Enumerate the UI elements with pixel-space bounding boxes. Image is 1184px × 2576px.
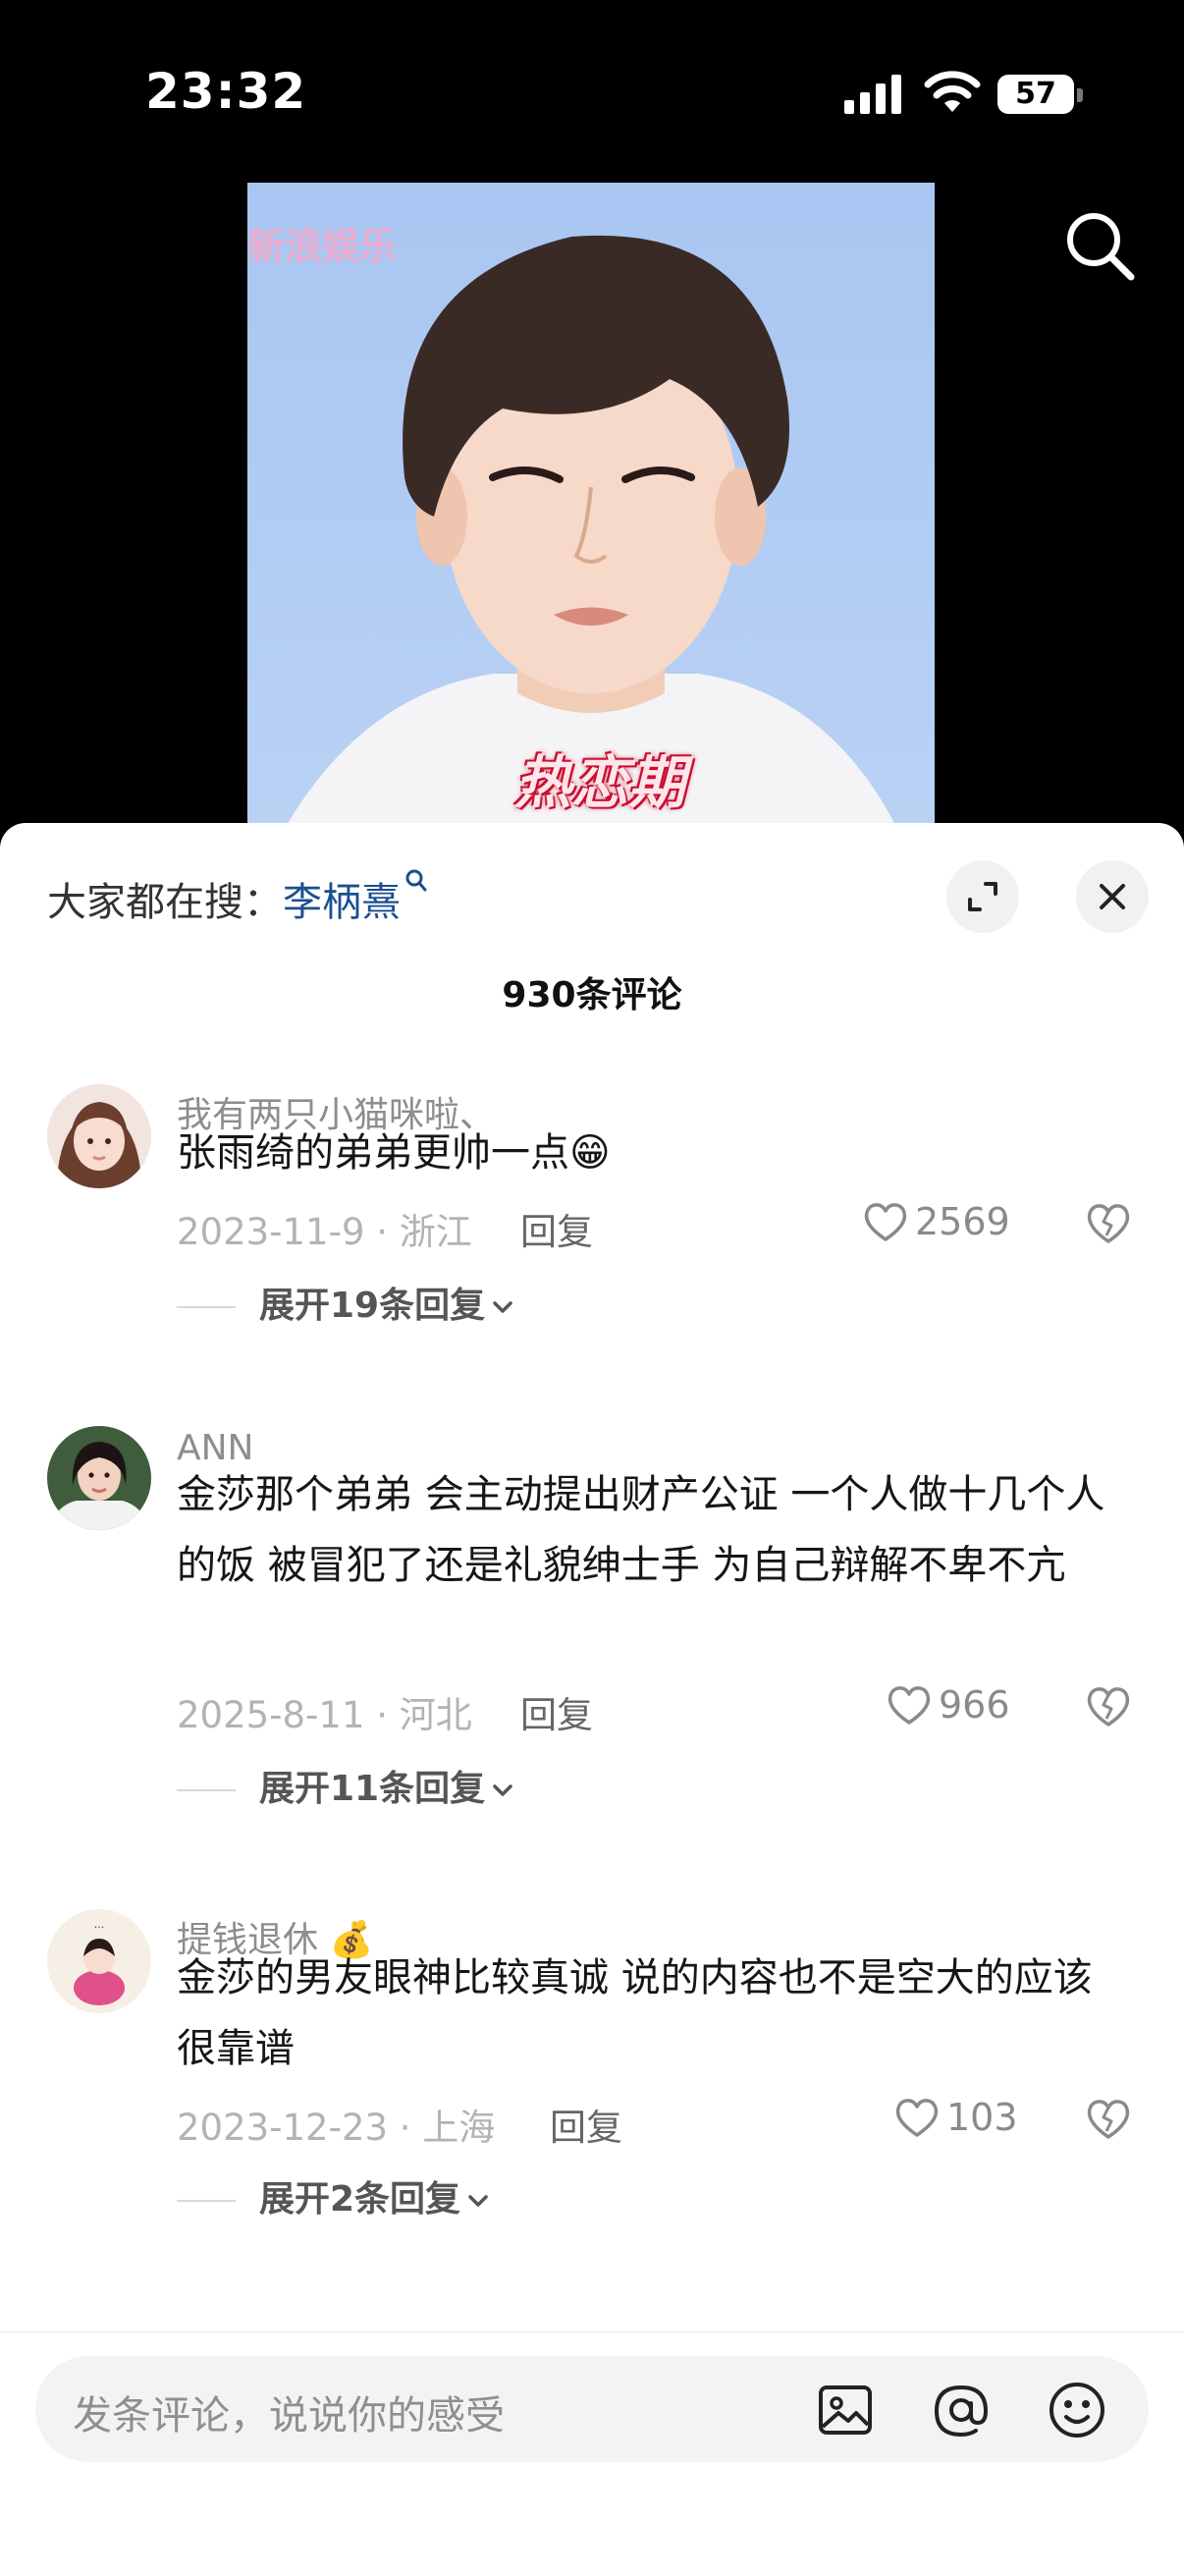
avatar[interactable]	[47, 1084, 151, 1188]
hot-search-label: 大家都在搜：	[47, 880, 283, 925]
expand-replies-label: 展开11条回复	[259, 1769, 486, 1809]
chevron-down-icon	[468, 2195, 488, 2207]
battery-tip	[1077, 88, 1083, 102]
video-player[interactable]: 新浪娱乐 热恋期	[247, 183, 935, 825]
comment-panel: 大家都在搜：李柄熹 930条评论 我有两只小猫咪啦、 张雨绮的弟弟更帅一点😁 2…	[0, 823, 1184, 2575]
comment-date-location: 2025-8-11 · 河北	[177, 1694, 472, 1736]
comment-text: 金莎的男友眼神比较真诚 说的内容也不是空大的应该很靠谱	[177, 1955, 1093, 2071]
video-frame-figure	[247, 183, 935, 825]
image-icon[interactable]	[811, 2376, 880, 2444]
like-button[interactable]: 966	[886, 1683, 1010, 1726]
expand-panel-button[interactable]	[946, 860, 1019, 933]
comment-date-location: 2023-11-9 · 浙江	[177, 1211, 472, 1253]
video-caption: 热恋期	[514, 749, 686, 816]
chevron-down-icon	[493, 1784, 512, 1796]
comment-count: 930条评论	[502, 975, 682, 1015]
battery-icon: 57	[997, 75, 1074, 114]
wifi-icon	[924, 71, 981, 112]
dislike-heart-icon[interactable]	[1084, 2096, 1133, 2141]
divider-dash	[177, 2200, 236, 2202]
reply-button[interactable]: 回复	[550, 2098, 622, 2151]
status-time: 23:32	[145, 63, 307, 120]
heart-icon	[864, 1202, 907, 1241]
expand-replies-button[interactable]: 展开2条回复	[177, 2170, 492, 2221]
divider-dash	[177, 1789, 236, 1791]
like-button[interactable]: 2569	[862, 1200, 1010, 1243]
expand-replies-button[interactable]: 展开11条回复	[177, 1760, 516, 1811]
like-button[interactable]: 103	[893, 2096, 1018, 2139]
avatar[interactable]: ···	[47, 1909, 151, 2013]
comment-text: 张雨绮的弟弟更帅一点😁	[177, 1130, 611, 1176]
expand-replies-label: 展开2条回复	[259, 2179, 461, 2220]
hot-search-keyword[interactable]: 李柄熹	[283, 880, 401, 925]
comment-text: 金莎那个弟弟 会主动提出财产公证 一个人做十几个人的饭 被冒犯了还是礼貌绅士手 …	[177, 1472, 1105, 1588]
chevron-down-icon	[493, 1301, 512, 1313]
dislike-heart-icon[interactable]	[1084, 1200, 1133, 1245]
like-count: 103	[946, 2096, 1018, 2139]
reply-button[interactable]: 回复	[520, 1202, 593, 1255]
like-count: 966	[939, 1683, 1010, 1726]
dislike-heart-icon[interactable]	[1084, 1683, 1133, 1728]
close-panel-button[interactable]	[1076, 860, 1149, 933]
like-count: 2569	[915, 1200, 1010, 1243]
reply-button[interactable]: 回复	[520, 1685, 593, 1738]
close-icon	[1100, 884, 1125, 909]
avatar[interactable]	[47, 1426, 151, 1530]
expand-replies-button[interactable]: 展开19条回复	[177, 1277, 516, 1328]
battery-level: 57	[1015, 77, 1056, 111]
expand-replies-label: 展开19条回复	[259, 1286, 486, 1326]
comment-input[interactable]: 发条评论，说说你的感受	[35, 2356, 1149, 2462]
cellular-signal-icon	[844, 75, 901, 114]
status-bar: 23:32 57	[0, 0, 1184, 187]
video-watermark: 新浪娱乐	[247, 225, 398, 268]
at-mention-icon[interactable]	[927, 2376, 996, 2444]
comment-date-location: 2023-12-23 · 上海	[177, 2107, 496, 2149]
hot-search[interactable]: 大家都在搜：李柄熹	[47, 869, 428, 927]
svg-text:···: ···	[94, 1921, 105, 1934]
small-search-icon	[405, 869, 427, 892]
heart-icon	[888, 1685, 931, 1725]
comment-input-placeholder: 发条评论，说说你的感受	[73, 2393, 505, 2439]
divider-dash	[177, 1306, 236, 1308]
emoji-icon[interactable]	[1043, 2376, 1111, 2444]
expand-icon	[968, 882, 997, 911]
search-icon[interactable]	[1060, 206, 1139, 285]
heart-icon	[895, 2098, 939, 2137]
comment-input-bar: 发条评论，说说你的感受	[0, 2331, 1184, 2576]
